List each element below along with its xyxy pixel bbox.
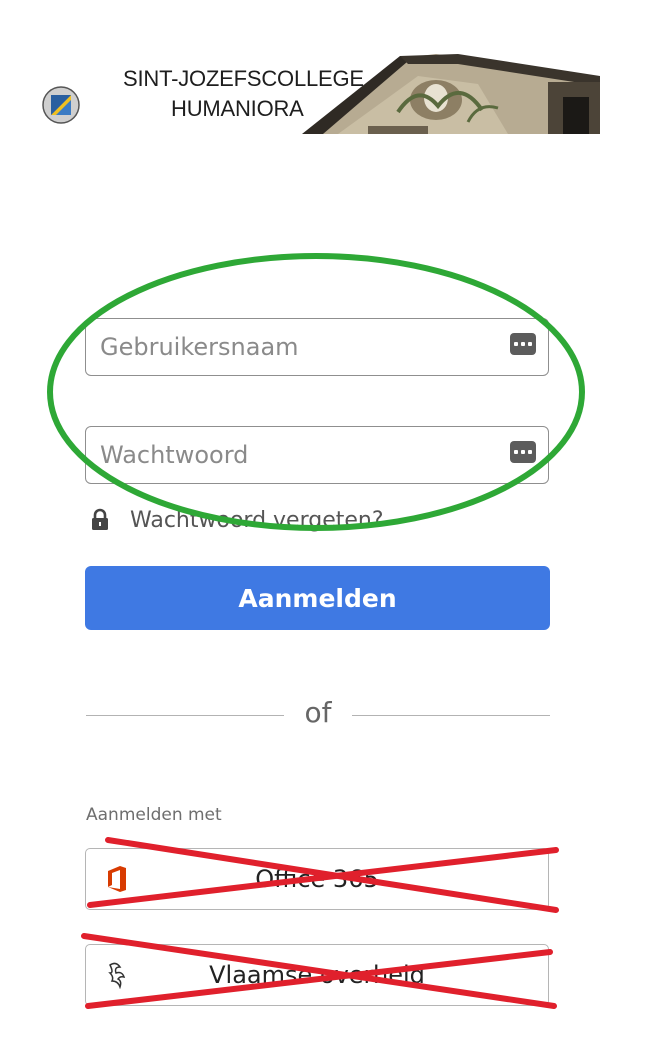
vlaamse-overheid-login-button[interactable]: Vlaamse overheid [85,944,549,1006]
office365-login-button[interactable]: Office 365 [85,848,549,910]
school-name-line1: SINT-JOZEFSCOLLEGE [123,66,364,91]
sso-heading: Aanmelden met [86,805,222,825]
office365-label: Office 365 [255,865,379,893]
vlaamse-overheid-label: Vlaamse overheid [209,961,425,989]
school-name-line2: HUMANIORA [171,96,304,121]
school-emblem-icon [42,86,80,124]
login-button[interactable]: Aanmelden [85,566,550,630]
separator-label: of [304,696,332,729]
school-logo: SINT-JOZEFSCOLLEGE HUMANIORA [38,52,600,134]
annotation-oval [47,253,585,531]
separator-line-left [86,715,284,716]
school-name: SINT-JOZEFSCOLLEGE HUMANIORA [123,64,364,124]
separator-line-right [352,715,550,716]
